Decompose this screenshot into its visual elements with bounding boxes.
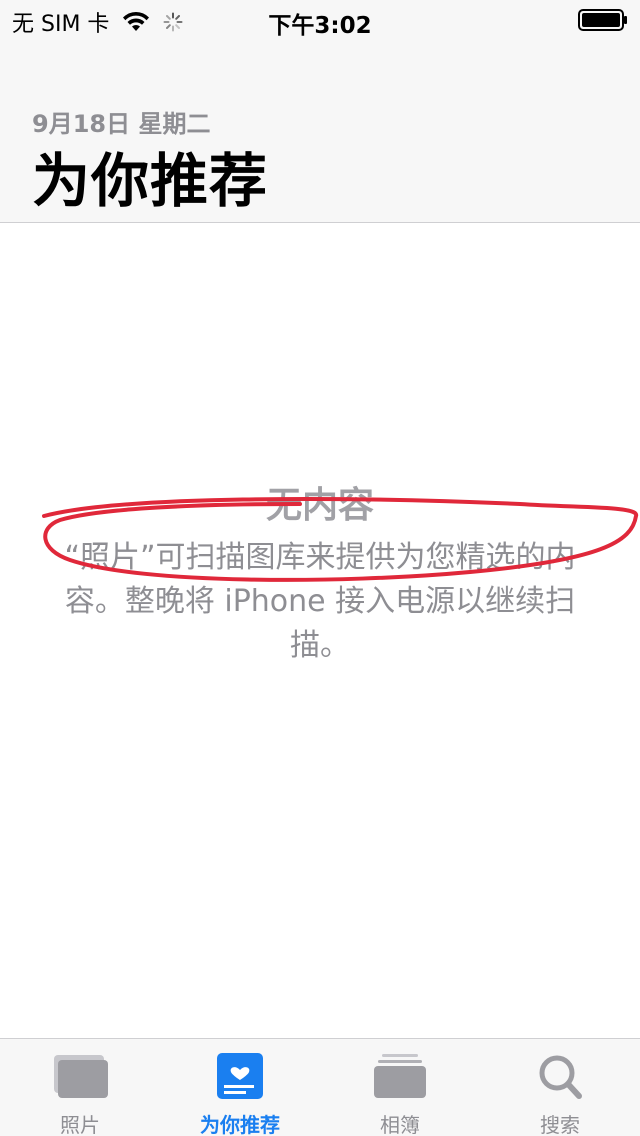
empty-state: 无内容 “照片”可扫描图库来提供为您精选的内容。整晚将 iPhone 接入电源以…	[40, 476, 600, 668]
tab-label-for-you: 为你推荐	[200, 1113, 280, 1136]
for-you-icon	[217, 1053, 263, 1099]
tab-label-albums: 相簿	[380, 1113, 420, 1136]
screen: 无 SIM 卡 下午3:02 9月18日 星期二 为你推荐 无内容 “照片”可扫…	[0, 0, 640, 1136]
tab-bar: 照片 为你推荐 相簿 搜索	[0, 1038, 640, 1136]
empty-state-title: 无内容	[265, 485, 374, 526]
search-icon	[539, 1055, 582, 1099]
albums-icon	[374, 1054, 426, 1098]
empty-state-message: “照片”可扫描图库来提供为您精选的内容。整晚将 iPhone 接入电源以继续扫描…	[64, 540, 576, 663]
page-title: 为你推荐	[32, 147, 269, 215]
tab-label-photos: 照片	[60, 1113, 100, 1136]
tab-label-search: 搜索	[540, 1113, 580, 1136]
header-area: 无 SIM 卡 下午3:02 9月18日 星期二 为你推荐	[0, 0, 640, 223]
photos-icon	[54, 1055, 108, 1098]
tab-albums[interactable]: 相簿	[320, 1039, 480, 1136]
battery-icon	[578, 9, 627, 31]
tab-for-you[interactable]: 为你推荐	[160, 1039, 320, 1136]
tab-photos[interactable]: 照片	[0, 1039, 160, 1136]
tab-search[interactable]: 搜索	[480, 1039, 640, 1136]
status-bar: 无 SIM 卡 下午3:02	[0, 0, 640, 40]
status-time: 下午3:02	[268, 13, 372, 39]
